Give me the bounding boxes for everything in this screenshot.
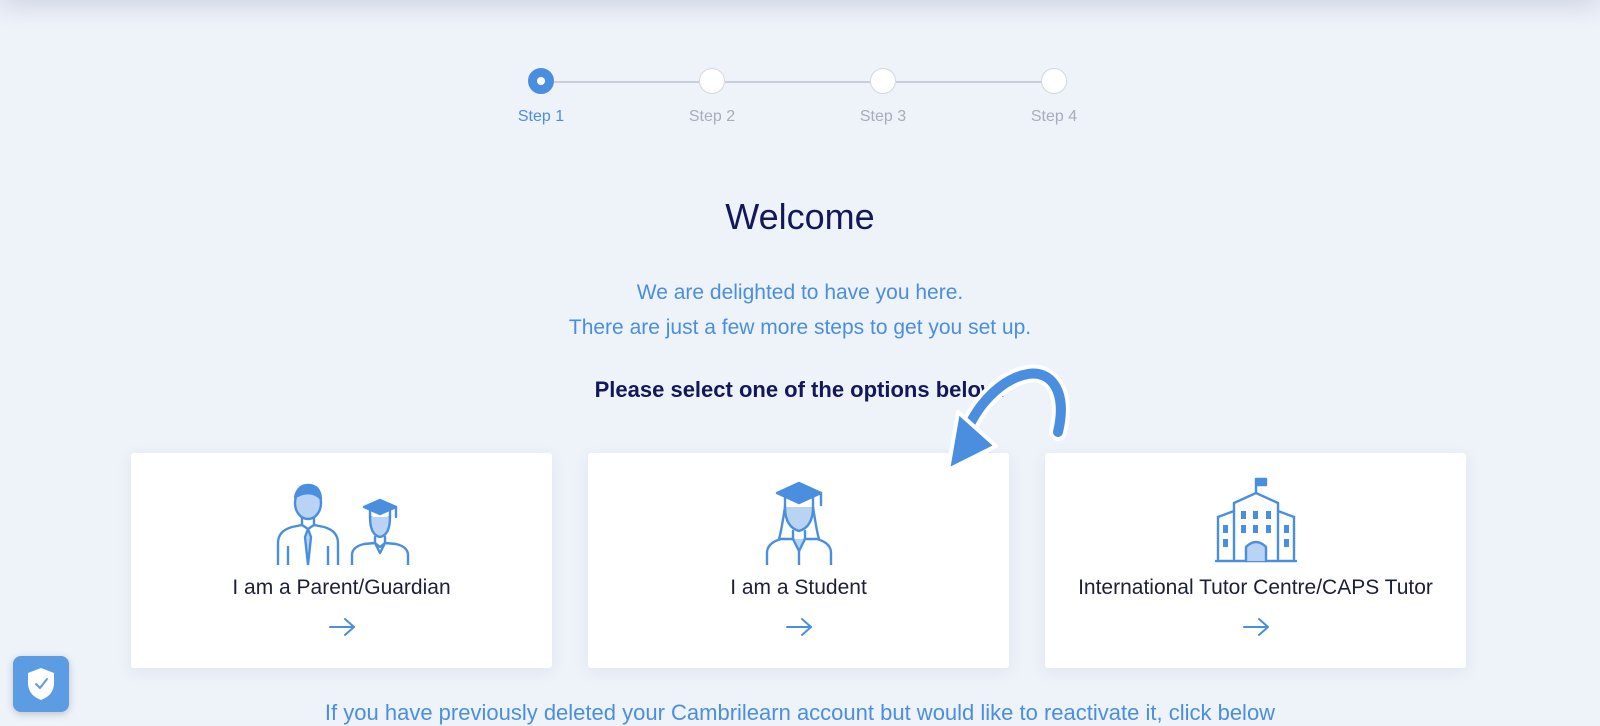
reactivate-account-text: If you have previously deleted your Camb…: [324, 700, 1276, 725]
progress-stepper: Step 1 Step 2 Step 3 Step 4: [0, 0, 1600, 140]
step-4-label: Step 4: [1030, 108, 1078, 125]
step-1-dot: [528, 68, 554, 94]
student-icon: [588, 477, 1009, 569]
arrow-right-icon[interactable]: [131, 617, 552, 637]
option-label: I am a Student: [730, 576, 867, 599]
page-title: Welcome: [725, 196, 875, 237]
annotation-arrow-icon: [940, 360, 1090, 490]
shield-check-icon: [28, 668, 54, 700]
step-connector: [554, 81, 712, 83]
welcome-message-line-2: There are just a few more steps to get y…: [568, 316, 1032, 339]
step-2-label: Step 2: [688, 108, 736, 125]
parent-student-icon: [131, 477, 552, 569]
step-connector: [896, 81, 1054, 83]
option-label: International Tutor Centre/CAPS Tutor: [1078, 576, 1433, 599]
option-card-tutor-centre[interactable]: International Tutor Centre/CAPS Tutor: [1045, 453, 1466, 668]
step-3-label: Step 3: [859, 108, 907, 125]
arrow-right-icon[interactable]: [588, 617, 1009, 637]
step-1-label: Step 1: [517, 108, 565, 125]
step-4-dot: [1041, 68, 1067, 94]
step-connector: [725, 81, 883, 83]
option-label: I am a Parent/Guardian: [232, 576, 451, 599]
step-2-dot: [699, 68, 725, 94]
school-building-icon: [1045, 477, 1466, 569]
option-card-parent-guardian[interactable]: I am a Parent/Guardian: [131, 453, 552, 668]
select-instruction: Please select one of the options below:: [594, 377, 1006, 402]
privacy-shield-button[interactable]: [13, 656, 69, 712]
arrow-right-icon[interactable]: [1045, 617, 1466, 637]
welcome-message-line-1: We are delighted to have you here.: [636, 281, 964, 304]
step-3-dot: [870, 68, 896, 94]
